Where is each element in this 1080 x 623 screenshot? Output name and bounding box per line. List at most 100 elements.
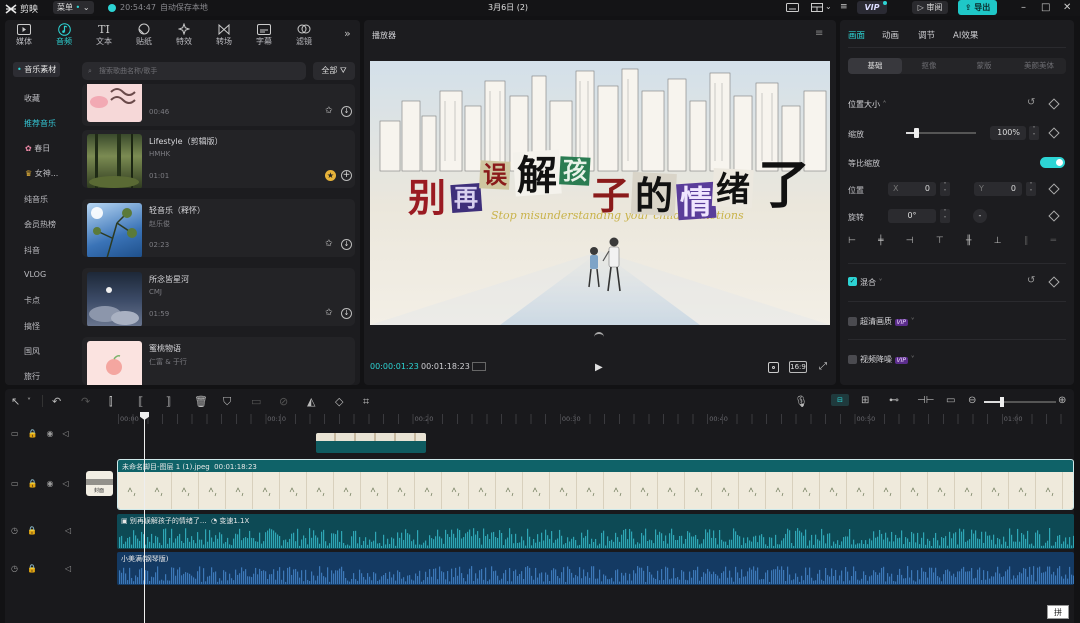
subtab-basic[interactable]: 基础 [848, 58, 902, 74]
position-x-stepper-icon[interactable]: ˄ ˅ [940, 182, 950, 196]
layout-chevron-icon[interactable]: ⌄ [825, 2, 832, 11]
cover-thumbnail[interactable]: 封面 [86, 471, 113, 496]
export-button[interactable]: ⇪ 导出 [958, 0, 997, 15]
uniform-scale-toggle[interactable] [1040, 157, 1065, 168]
more-tools-icon[interactable]: » [344, 27, 351, 40]
tab-ai-effects[interactable]: AI效果 [953, 29, 978, 41]
maximize-icon[interactable]: □ [1041, 2, 1050, 13]
chevron-down-icon[interactable]: ˅ [27, 397, 31, 406]
mirror-icon[interactable]: ◭ [307, 395, 315, 408]
eye-icon[interactable]: ◉ [47, 479, 54, 488]
redo-icon[interactable]: ↷ [81, 395, 90, 408]
denoise-checkbox[interactable] [848, 355, 857, 364]
music-track-item[interactable]: 所念皆星河 CMJ 01:59 ✩ ↓ [82, 268, 355, 326]
keyframe-diamond-icon[interactable] [1048, 276, 1060, 288]
distribute-v-icon[interactable]: ═ [1051, 236, 1056, 250]
caption-track-icon[interactable]: ▭ [946, 395, 955, 406]
music-track-item[interactable]: 蜜桃物语 仁富 & 于行 [82, 337, 355, 385]
align-bottom-icon[interactable]: ⊥ [994, 236, 1002, 250]
rotate-dial-icon[interactable]: - [973, 209, 987, 223]
download-icon[interactable]: ↓ [341, 239, 352, 250]
project-title[interactable]: 3月6日 (2) [488, 2, 528, 13]
player-menu-icon[interactable]: ≡ [815, 28, 823, 39]
audio-mute-icon[interactable]: ◁ [65, 526, 71, 535]
align-right-icon[interactable]: ⊣ [906, 236, 914, 250]
category-item[interactable]: 抖音 [24, 245, 40, 256]
blend-checkbox[interactable]: ✓ [848, 277, 857, 286]
favorite-star-icon[interactable]: ✩ [325, 106, 333, 116]
split-icon[interactable]: ⫿ [109, 395, 113, 409]
zoom-slider-track[interactable] [984, 397, 1056, 407]
zoom-slider-thumb[interactable] [1000, 397, 1004, 407]
hd-quality-section[interactable]: 超清画质 VIP ˅ [860, 316, 915, 327]
keyframe-diamond-icon[interactable] [1048, 127, 1060, 139]
position-size-section[interactable]: 位置大小 ˄ [848, 99, 887, 110]
distribute-h-icon[interactable]: ‖ [1024, 236, 1029, 250]
favorite-star-icon[interactable]: ✩ [325, 308, 333, 318]
track-toggle-icon[interactable]: ▭ [11, 429, 19, 438]
align-center-v-icon[interactable]: ╫ [966, 236, 971, 250]
category-item[interactable]: 国风 [24, 346, 40, 357]
category-item[interactable]: 旅行 [24, 371, 40, 382]
subtab-keying[interactable]: 抠像 [902, 58, 956, 74]
subtab-mask[interactable]: 蒙版 [957, 58, 1011, 74]
denoise-section[interactable]: 视频降噪 VIP ˅ [860, 354, 915, 365]
music-track-item[interactable]: 轻音乐（释怀） 赵乐俊 02:23 ✩ ↓ [82, 199, 355, 257]
time-ruler[interactable]: 00:0000:1000:2000:3000:4000:5001:00 [118, 414, 1074, 424]
category-item[interactable]: 纯音乐 [24, 194, 48, 205]
category-item[interactable]: ✿ 春日 [25, 143, 50, 154]
tool-media[interactable]: 媒体 [8, 22, 40, 47]
keyframe-diamond-icon[interactable] [1048, 98, 1060, 110]
category-item[interactable]: 会员热榜 [24, 219, 56, 230]
category-item[interactable]: 卡点 [24, 295, 40, 306]
playhead[interactable] [144, 412, 145, 623]
expand-icon[interactable]: ⤢ [819, 361, 827, 372]
lock-icon[interactable]: 🔒 [27, 564, 37, 573]
reset-icon[interactable]: ↺ [1027, 97, 1035, 108]
favorited-star-icon[interactable]: ★ [325, 170, 336, 181]
timecode-grid-icon[interactable] [472, 362, 486, 371]
lock-icon[interactable]: 🔒 [28, 479, 38, 488]
main-track-magnet-icon[interactable]: ⊟ [831, 394, 849, 406]
rotate-value-field[interactable]: 0° [888, 209, 936, 223]
audio-mute-icon[interactable]: ◁ [63, 429, 69, 438]
tab-adjust[interactable]: 调节 [918, 29, 935, 41]
download-icon[interactable]: ↓ [341, 106, 352, 117]
eye-icon[interactable]: ◉ [47, 429, 54, 438]
align-left-icon[interactable]: ⊢ [848, 236, 856, 250]
main-video-clip[interactable]: 未命名脚目-图层 1 (1).jpeg 00:01:18:23 [117, 459, 1074, 510]
minimize-icon[interactable]: – [1021, 2, 1026, 13]
music-search-input[interactable]: ⌕ 搜索歌曲名称/歌手 [82, 62, 306, 80]
keyboard-icon[interactable] [786, 3, 799, 12]
marker-icon[interactable]: ⛉ [223, 395, 231, 409]
align-center-h-icon[interactable]: ╪ [878, 236, 883, 250]
category-item[interactable]: VLOG [24, 270, 46, 279]
ratio-button[interactable]: 16:9 [789, 361, 807, 373]
more-menu-icon[interactable]: ≡ [840, 2, 848, 12]
keyframe-diamond-icon[interactable] [1048, 183, 1060, 195]
ime-indicator[interactable]: 拼 [1047, 605, 1069, 619]
select-tool-icon[interactable]: ↖ [11, 395, 20, 408]
clock-icon[interactable]: ◷ [11, 526, 18, 535]
snap-icon[interactable]: ⊷ [889, 395, 899, 406]
favorite-star-icon[interactable]: ✩ [325, 239, 333, 249]
position-x-field[interactable]: X0 [888, 182, 936, 196]
tool-effects[interactable]: 特效 [168, 22, 200, 47]
category-item[interactable]: 推荐音乐 [24, 118, 56, 129]
split-right-icon[interactable]: ⟧ [166, 395, 171, 408]
scale-slider-track[interactable] [906, 128, 976, 138]
preview-canvas[interactable]: Stop misunderstanding your child's emoti… [370, 61, 830, 325]
rotate-stepper-icon[interactable]: ˄ ˅ [940, 209, 950, 223]
reset-icon[interactable]: ↺ [1027, 275, 1035, 286]
rotate-icon[interactable]: ◇ [335, 395, 343, 408]
tool-sticker[interactable]: 贴纸 [128, 22, 160, 47]
scale-value-field[interactable]: 100% [990, 126, 1026, 140]
tab-animation[interactable]: 动画 [882, 29, 899, 41]
scale-slider-thumb[interactable] [913, 128, 919, 138]
track-toggle-icon[interactable]: ▭ [11, 479, 19, 488]
play-icon[interactable]: ▶ [595, 362, 603, 373]
position-y-field[interactable]: Y0 [974, 182, 1022, 196]
lock-icon[interactable]: 🔒 [28, 429, 38, 438]
download-icon[interactable]: ↓ [341, 308, 352, 319]
overlay-clip[interactable] [316, 433, 426, 453]
